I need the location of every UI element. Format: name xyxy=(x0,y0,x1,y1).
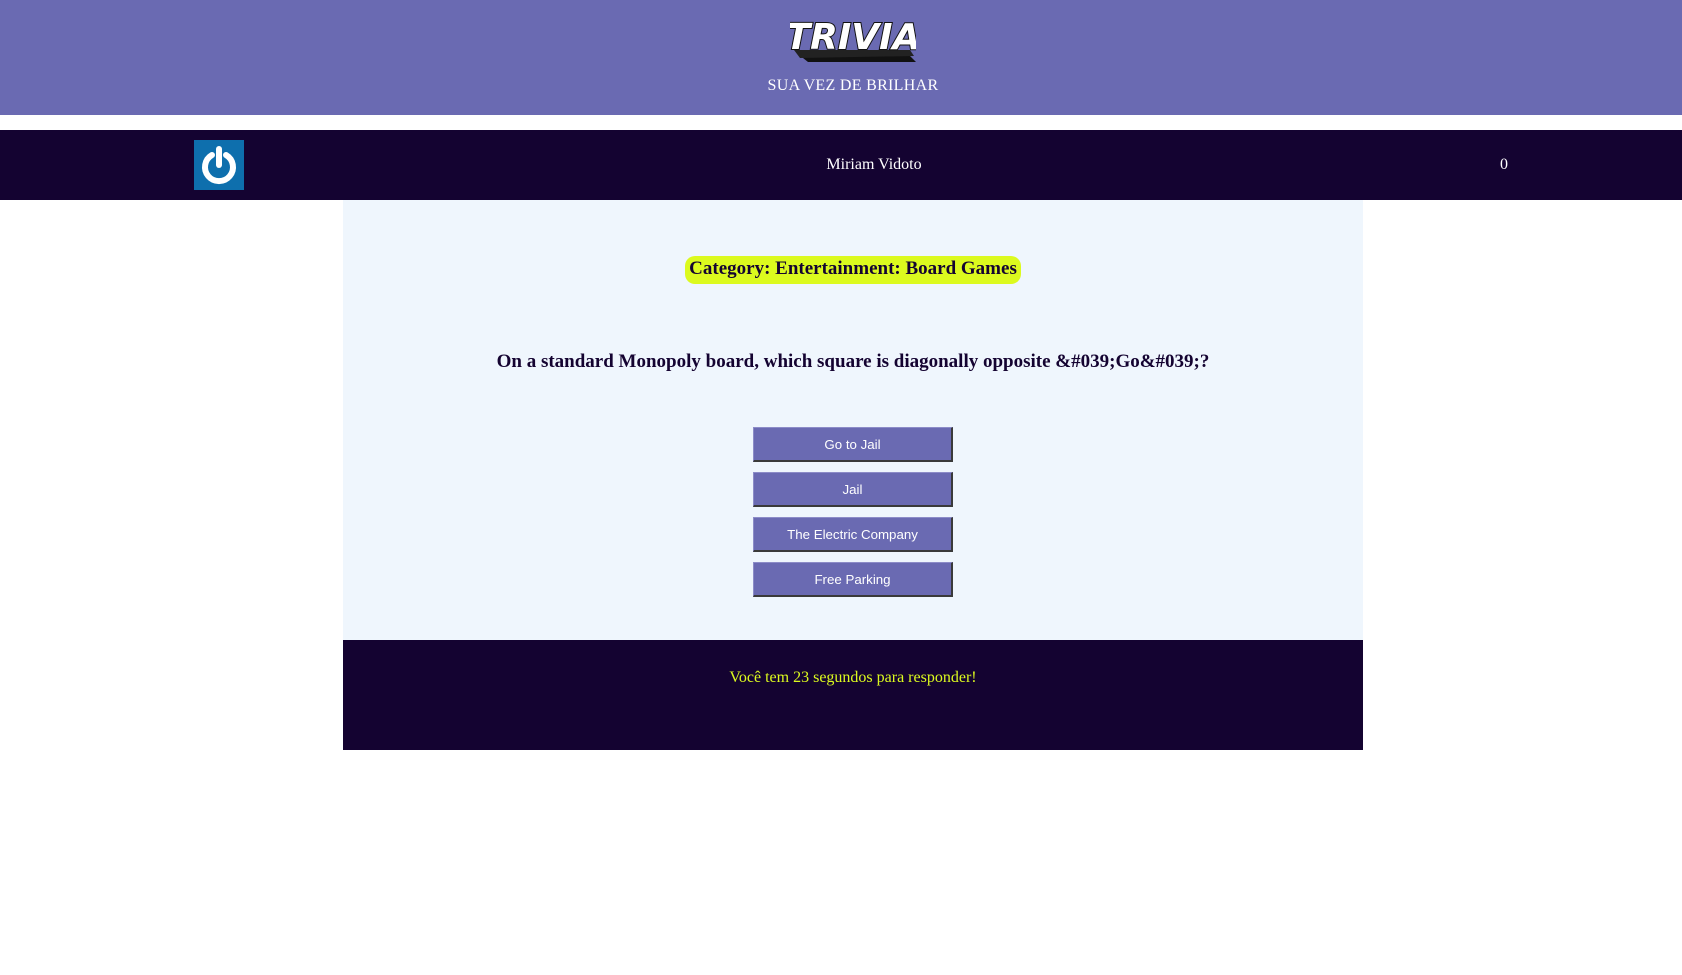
player-bar: Miriam Vidoto 0 xyxy=(0,130,1682,200)
player-score: 0 xyxy=(1500,156,1508,173)
timer-text: Você tem 23 segundos para responder! xyxy=(729,669,977,686)
answer-button[interactable]: Jail xyxy=(753,472,953,507)
timer-panel: Você tem 23 segundos para responder! xyxy=(343,640,1363,750)
answer-options: Go to Jail Jail The Electric Company Fre… xyxy=(753,427,953,607)
top-banner: TRIVIA SUA VEZ DE BRILHAR xyxy=(0,0,1682,115)
tagline: SUA VEZ DE BRILHAR xyxy=(767,77,939,94)
answer-button[interactable]: The Electric Company xyxy=(753,517,953,552)
category-row: Category: Entertainment: Board Games xyxy=(343,256,1363,284)
question-text: On a standard Monopoly board, which squa… xyxy=(496,351,1210,372)
logo-text: TRIVIA xyxy=(790,17,916,58)
category-badge: Category: Entertainment: Board Games xyxy=(685,256,1021,284)
answer-button[interactable]: Go to Jail xyxy=(753,427,953,462)
question-card: Category: Entertainment: Board Games On … xyxy=(343,200,1363,640)
player-name: Miriam Vidoto xyxy=(826,156,922,173)
trivia-logo: TRIVIA xyxy=(790,14,916,64)
answer-button[interactable]: Free Parking xyxy=(753,562,953,597)
trivia-logo-image: TRIVIA xyxy=(790,16,916,62)
